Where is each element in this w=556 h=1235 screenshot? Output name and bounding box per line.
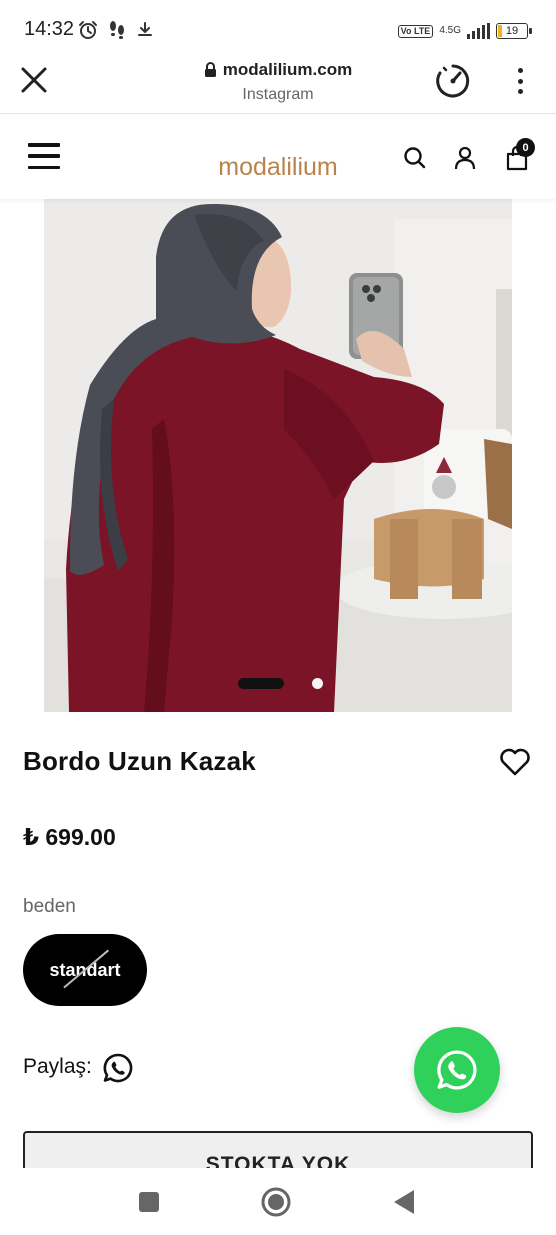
status-system-icons: Vo LTE 4.5G 19	[397, 18, 532, 44]
recents-button[interactable]	[133, 1186, 165, 1218]
lock-icon	[204, 62, 216, 77]
square-icon	[139, 1192, 159, 1212]
status-bar: 14:32 Vo LTE 4.5G 19	[0, 0, 556, 58]
status-time: 14:32	[24, 18, 75, 40]
whatsapp-icon	[437, 1050, 477, 1090]
circle-icon	[261, 1187, 291, 1217]
pagination-dot[interactable]	[312, 678, 323, 689]
product-price: ₺ 699.00	[23, 824, 116, 850]
image-pagination	[238, 678, 323, 689]
alarm-icon	[79, 21, 97, 39]
search-icon[interactable]	[402, 145, 428, 171]
pagination-dot-active[interactable]	[238, 678, 284, 689]
site-logo[interactable]: modalilium	[212, 135, 344, 179]
product-image[interactable]	[44, 199, 512, 712]
steps-icon	[110, 21, 124, 39]
more-options-icon[interactable]	[508, 66, 532, 96]
whatsapp-share-icon[interactable]	[102, 1052, 134, 1084]
signal-icon	[467, 23, 490, 39]
product-photo	[44, 199, 512, 712]
back-button[interactable]	[388, 1186, 420, 1218]
battery-icon: 19	[496, 23, 532, 39]
share-label: Paylaş:	[23, 1055, 92, 1078]
whatsapp-chat-button[interactable]	[414, 1027, 500, 1113]
status-notification-icons	[78, 18, 154, 42]
download-icon	[138, 22, 152, 36]
browser-toolbar: modalilium.com Instagram	[0, 58, 556, 114]
network-type: 4.5G	[439, 25, 461, 36]
triangle-back-icon	[394, 1190, 414, 1214]
url-display[interactable]: modalilium.com Instagram	[0, 58, 556, 104]
menu-icon[interactable]	[28, 143, 60, 169]
url-domain: modalilium.com	[222, 60, 353, 79]
battery-level: 19	[505, 25, 519, 37]
product-title: Bordo Uzun Kazak	[23, 746, 256, 776]
size-label: beden	[23, 896, 76, 917]
android-navigation-bar	[0, 1168, 556, 1235]
volte-indicator: Vo LTE	[397, 24, 434, 38]
heart-icon[interactable]	[498, 746, 532, 778]
site-header: modalilium	[0, 115, 556, 199]
speedometer-icon[interactable]	[434, 62, 472, 100]
cart-count-badge: 0	[516, 138, 535, 157]
account-icon[interactable]	[452, 145, 478, 171]
url-source: Instagram	[242, 86, 314, 103]
size-option-standart[interactable]: standart	[23, 934, 147, 1006]
home-button[interactable]	[260, 1186, 292, 1218]
svg-text:modalilium: modalilium	[218, 153, 337, 179]
